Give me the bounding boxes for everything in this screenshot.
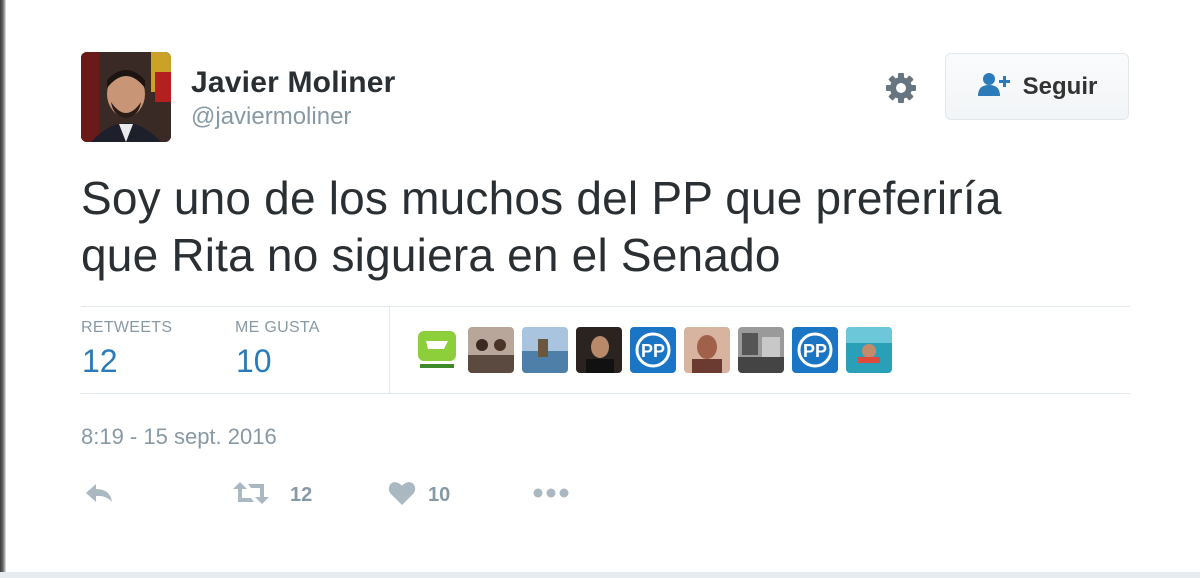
- retweet-button[interactable]: 12: [232, 478, 312, 512]
- card-bottom-border: [0, 572, 1200, 578]
- divider: [389, 306, 390, 394]
- follow-button-label: Seguir: [1022, 72, 1098, 100]
- like-button[interactable]: 10: [388, 478, 450, 512]
- tweet-text-line-1: Soy uno de los muchos del PP que preferi…: [81, 172, 1002, 224]
- divider: [81, 393, 1130, 394]
- author-avatar[interactable]: [81, 52, 171, 142]
- author-name[interactable]: Javier Moliner: [191, 66, 396, 100]
- liker-avatar[interactable]: PP: [630, 327, 676, 373]
- reply-button[interactable]: [84, 478, 114, 512]
- retweets-count[interactable]: 12: [82, 343, 118, 380]
- likes-count[interactable]: 10: [236, 343, 272, 380]
- svg-text:PP: PP: [803, 341, 827, 361]
- window-edge: [0, 0, 6, 578]
- liker-avatar[interactable]: [468, 327, 514, 373]
- likers-avatars: PP PP: [414, 327, 892, 373]
- author-handle[interactable]: @javiermoliner: [191, 103, 351, 131]
- liker-avatar[interactable]: [522, 327, 568, 373]
- retweets-label[interactable]: RETWEETS: [81, 319, 172, 337]
- liker-avatar[interactable]: [414, 327, 460, 373]
- svg-text:PP: PP: [641, 341, 665, 361]
- tweet-card: Javier Moliner @javiermoliner Seguir Soy…: [0, 0, 1200, 578]
- reply-icon: [84, 481, 114, 510]
- tweet-text: Soy uno de los muchos del PP que preferi…: [81, 170, 1121, 284]
- retweet-icon: [232, 480, 270, 511]
- liker-avatar[interactable]: PP: [792, 327, 838, 373]
- gear-icon[interactable]: [883, 70, 919, 106]
- heart-icon: [388, 480, 416, 511]
- more-button[interactable]: [532, 478, 570, 512]
- tweet-timestamp[interactable]: 8:19 - 15 sept. 2016: [81, 424, 277, 450]
- more-icon: [532, 486, 570, 504]
- likes-label[interactable]: ME GUSTA: [235, 319, 320, 337]
- add-user-icon: [977, 71, 1011, 102]
- like-count: 10: [428, 483, 451, 506]
- liker-avatar[interactable]: [738, 327, 784, 373]
- liker-avatar[interactable]: [846, 327, 892, 373]
- liker-avatar[interactable]: [684, 327, 730, 373]
- follow-button[interactable]: Seguir: [945, 53, 1129, 120]
- divider: [81, 306, 1130, 307]
- tweet-text-line-2: que Rita no siguiera en el Senado: [81, 229, 781, 281]
- retweet-count: 12: [290, 483, 313, 506]
- liker-avatar[interactable]: [576, 327, 622, 373]
